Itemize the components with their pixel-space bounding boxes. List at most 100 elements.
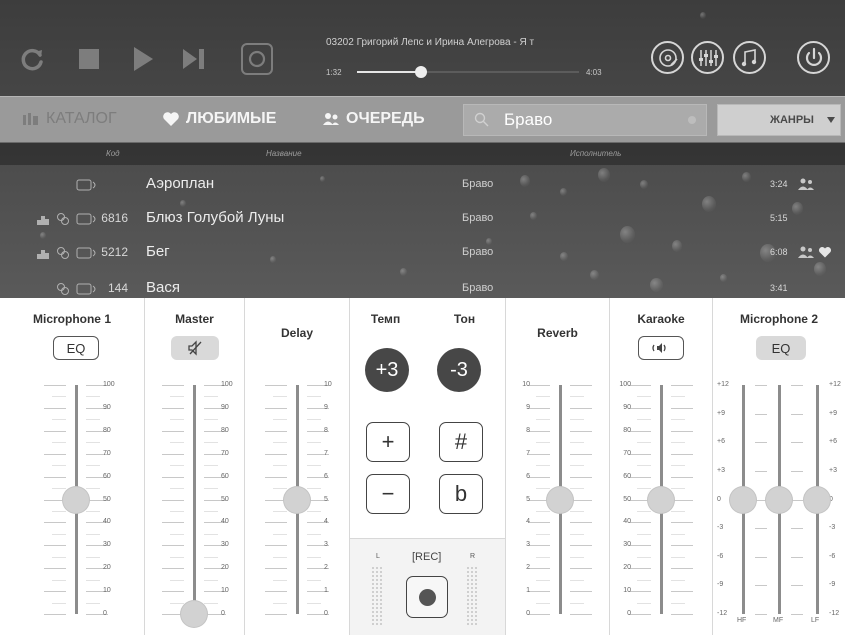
vu-dot (376, 571, 378, 573)
fader-tick (265, 545, 287, 547)
fader-tick (637, 533, 651, 535)
tempo-value: +3 (365, 348, 409, 392)
vu-dot (380, 611, 382, 613)
vu-dot (467, 583, 469, 585)
fader-tick (265, 453, 287, 455)
record-button[interactable] (240, 42, 274, 76)
tempo-minus-button[interactable]: − (366, 474, 410, 514)
stop-button[interactable] (74, 44, 104, 74)
disc-button[interactable] (651, 41, 684, 74)
fader-scale-label: 70 (221, 449, 229, 457)
vu-dot (380, 587, 382, 589)
fader-scale-label: 1 (324, 587, 328, 595)
fader-tick (671, 602, 685, 604)
vu-dot (467, 571, 469, 573)
reverb-fader[interactable]: 10 9 8 7 6 5 4 3 2 1 0 (506, 298, 609, 635)
sharp-label: # (454, 429, 468, 454)
row-title: Вася (146, 279, 180, 296)
equalizer-button[interactable] (691, 41, 724, 74)
mic1-fader[interactable]: 100 90 80 70 60 50 40 30 20 10 0 (0, 298, 144, 635)
search-input[interactable]: Браво (463, 104, 707, 136)
power-button[interactable] (797, 41, 830, 74)
vu-dot (475, 591, 477, 593)
fader-tick (162, 453, 184, 455)
progress-knob[interactable] (415, 66, 428, 78)
genres-dropdown[interactable]: ЖАНРЫ (717, 104, 841, 136)
fader-tick (307, 419, 321, 421)
time-total: 4:03 (586, 68, 602, 77)
tempo-plus-button[interactable]: + (366, 422, 410, 462)
fader-tick (204, 442, 218, 444)
karaoke-channel: Karaoke 100 90 80 70 60 50 40 30 20 10 0 (610, 298, 713, 635)
vu-dot (372, 587, 374, 589)
fader-knob[interactable] (284, 486, 310, 513)
table-row[interactable]: 144 Вася Браво 3:41 (0, 272, 845, 298)
repeat-button[interactable] (18, 44, 48, 74)
fader-tick (204, 556, 218, 558)
tone-sharp-button[interactable]: # (439, 422, 483, 462)
fader-scale-label: 20 (623, 564, 631, 572)
eq-fader-knob[interactable] (766, 486, 792, 513)
queue-icon[interactable] (798, 178, 814, 190)
mixer-panel: Microphone 1 EQ 100 90 80 70 60 50 40 30 20 10 0 M… (0, 298, 845, 635)
vu-dot (372, 599, 374, 601)
hd-audio-icon (76, 283, 96, 295)
delay-fader[interactable]: 10 9 8 7 6 5 4 3 2 1 0 (245, 298, 349, 635)
fader-tick (204, 419, 218, 421)
table-row[interactable]: Аэроплан Браво 3:24 (0, 168, 845, 202)
vu-dot (380, 571, 382, 573)
progress-bar[interactable] (357, 66, 579, 78)
fader-tick (162, 499, 184, 501)
vu-dot (475, 579, 477, 581)
heart-icon[interactable] (818, 246, 832, 258)
fader-tick (570, 522, 592, 524)
eq-tick (791, 385, 803, 386)
fader-knob[interactable] (63, 486, 89, 513)
fader-tick (307, 442, 321, 444)
vu-dot (380, 599, 382, 601)
play-button[interactable] (128, 44, 158, 74)
fader-scale-label: 30 (623, 541, 631, 549)
fader-tick (629, 545, 651, 547)
fader-tick (162, 522, 184, 524)
fader-knob[interactable] (648, 486, 674, 513)
progress-fill (357, 71, 422, 73)
eq-band-label: LF (811, 617, 820, 624)
eq-fader-knob[interactable] (730, 486, 756, 513)
table-row[interactable]: 6816 Блюз Голубой Луны Браво 5:15 (0, 202, 845, 236)
fader-scale-label: 90 (221, 403, 229, 411)
fader-tick (570, 556, 584, 558)
vu-dot (380, 583, 382, 585)
fader-knob[interactable] (547, 486, 573, 513)
fader-tick (52, 442, 66, 444)
fader-scale-label: 2 (324, 564, 328, 572)
karaoke-fader[interactable]: 100 90 80 70 60 50 40 30 20 10 0 (610, 298, 712, 635)
eq-tick (755, 413, 767, 415)
queue-icon[interactable] (798, 246, 814, 258)
clear-icon[interactable] (688, 116, 696, 124)
vu-dot (376, 603, 378, 605)
eq-tick (755, 442, 767, 444)
lyrics-button[interactable] (733, 41, 766, 74)
vu-dot (380, 591, 382, 593)
next-button[interactable] (179, 44, 209, 74)
vu-dot (376, 567, 378, 569)
master-fader[interactable]: 100 90 80 70 60 50 40 30 20 10 0 (145, 298, 244, 635)
tab-favorites[interactable]: ЛЮБИМЫЕ (162, 110, 276, 128)
tab-catalog[interactable]: КАТАЛОГ (22, 110, 117, 128)
vu-dot (471, 619, 473, 621)
tab-queue[interactable]: ОЧЕРЕДЬ (322, 110, 425, 128)
row-duration: 3:41 (770, 283, 788, 293)
fader-knob[interactable] (181, 601, 207, 627)
fader-tick (570, 442, 584, 444)
fader-scale-label: 70 (103, 449, 111, 457)
podium-icon (37, 216, 49, 225)
rec-button[interactable] (406, 576, 448, 618)
tone-flat-button[interactable]: b (439, 474, 483, 514)
fader-tick (265, 522, 287, 524)
eq-fader-knob[interactable] (804, 486, 830, 513)
fader-tick (629, 591, 651, 593)
table-row[interactable]: 5212 Бег Браво 6:08 (0, 236, 845, 270)
fader-tick (170, 442, 184, 444)
vu-dot (475, 603, 477, 605)
